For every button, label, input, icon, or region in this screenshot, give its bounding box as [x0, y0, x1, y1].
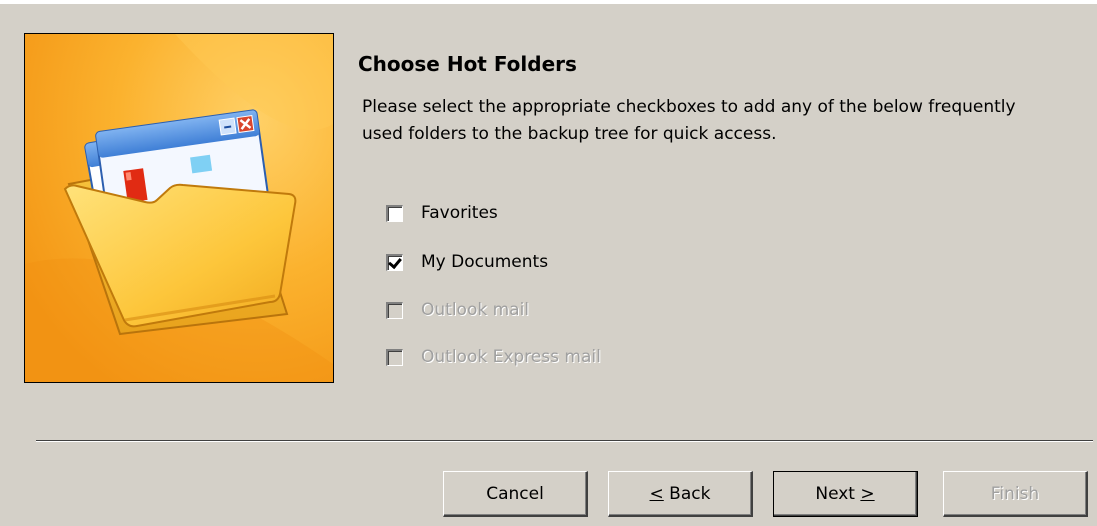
next-button[interactable]: Next >	[773, 471, 918, 517]
folder-illustration	[24, 33, 334, 383]
outlook-express-mail-option: Outlook Express mail	[386, 344, 601, 370]
folder-with-windows-icon	[25, 34, 333, 382]
back-button[interactable]: < Back	[608, 471, 753, 517]
favorites-option[interactable]: Favorites	[386, 200, 498, 226]
back-button-label: Back	[663, 483, 711, 504]
page-title: Choose Hot Folders	[358, 52, 577, 76]
wizard-dialog: Choose Hot Folders Please select the app…	[0, 0, 1097, 526]
outlook-mail-label: Outlook mail	[421, 300, 530, 320]
top-edge	[0, 0, 1097, 4]
favorites-label[interactable]: Favorites	[421, 203, 498, 223]
my-documents-option[interactable]: My Documents	[386, 249, 548, 275]
favorites-checkbox[interactable]	[386, 204, 403, 222]
cancel-button[interactable]: Cancel	[443, 471, 588, 517]
back-button-accel: <	[649, 483, 664, 504]
outlook-express-mail-label: Outlook Express mail	[421, 347, 601, 367]
outlook-express-mail-checkbox	[386, 348, 403, 366]
next-button-accel: >	[860, 483, 875, 504]
my-documents-checkbox[interactable]	[386, 253, 403, 271]
button-separator	[36, 440, 1093, 442]
finish-button: Finish	[943, 471, 1088, 517]
next-button-label: Next	[815, 483, 861, 504]
outlook-mail-option: Outlook mail	[386, 297, 529, 323]
my-documents-label[interactable]: My Documents	[421, 252, 548, 272]
page-description: Please select the appropriate checkboxes…	[362, 97, 1016, 144]
outlook-mail-checkbox	[386, 301, 403, 319]
